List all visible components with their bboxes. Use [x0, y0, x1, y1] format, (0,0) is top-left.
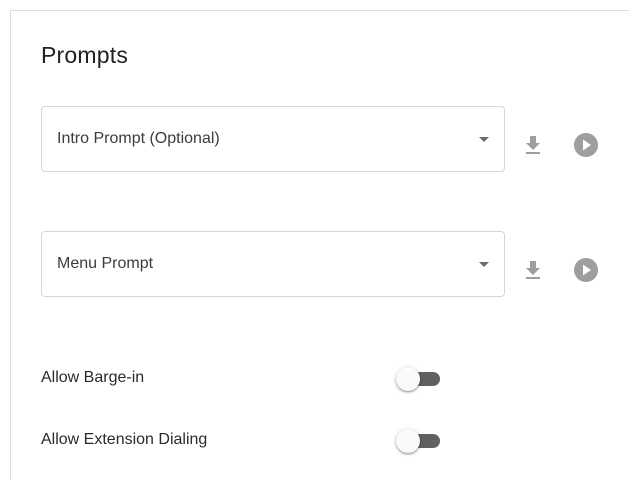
- download-icon[interactable]: [519, 131, 547, 159]
- allow-barge-in-label: Allow Barge-in: [41, 369, 145, 386]
- allow-extension-dialing-label: Allow Extension Dialing: [41, 431, 208, 448]
- allow-extension-dialing-toggle[interactable]: [396, 429, 444, 453]
- chevron-down-icon: [479, 137, 489, 142]
- toggle-thumb: [396, 429, 420, 453]
- intro-prompt-label: Intro Prompt (Optional): [57, 130, 220, 147]
- download-icon[interactable]: [519, 256, 547, 284]
- toggle-thumb: [396, 367, 420, 391]
- menu-prompt-select[interactable]: Menu Prompt: [41, 231, 505, 297]
- chevron-down-icon: [479, 262, 489, 267]
- section-title: Prompts: [41, 42, 129, 68]
- menu-prompt-label: Menu Prompt: [57, 255, 154, 272]
- play-circle-icon[interactable]: [572, 256, 600, 284]
- play-circle-icon[interactable]: [572, 131, 600, 159]
- intro-prompt-select[interactable]: Intro Prompt (Optional): [41, 106, 505, 172]
- allow-barge-in-toggle[interactable]: [396, 367, 444, 391]
